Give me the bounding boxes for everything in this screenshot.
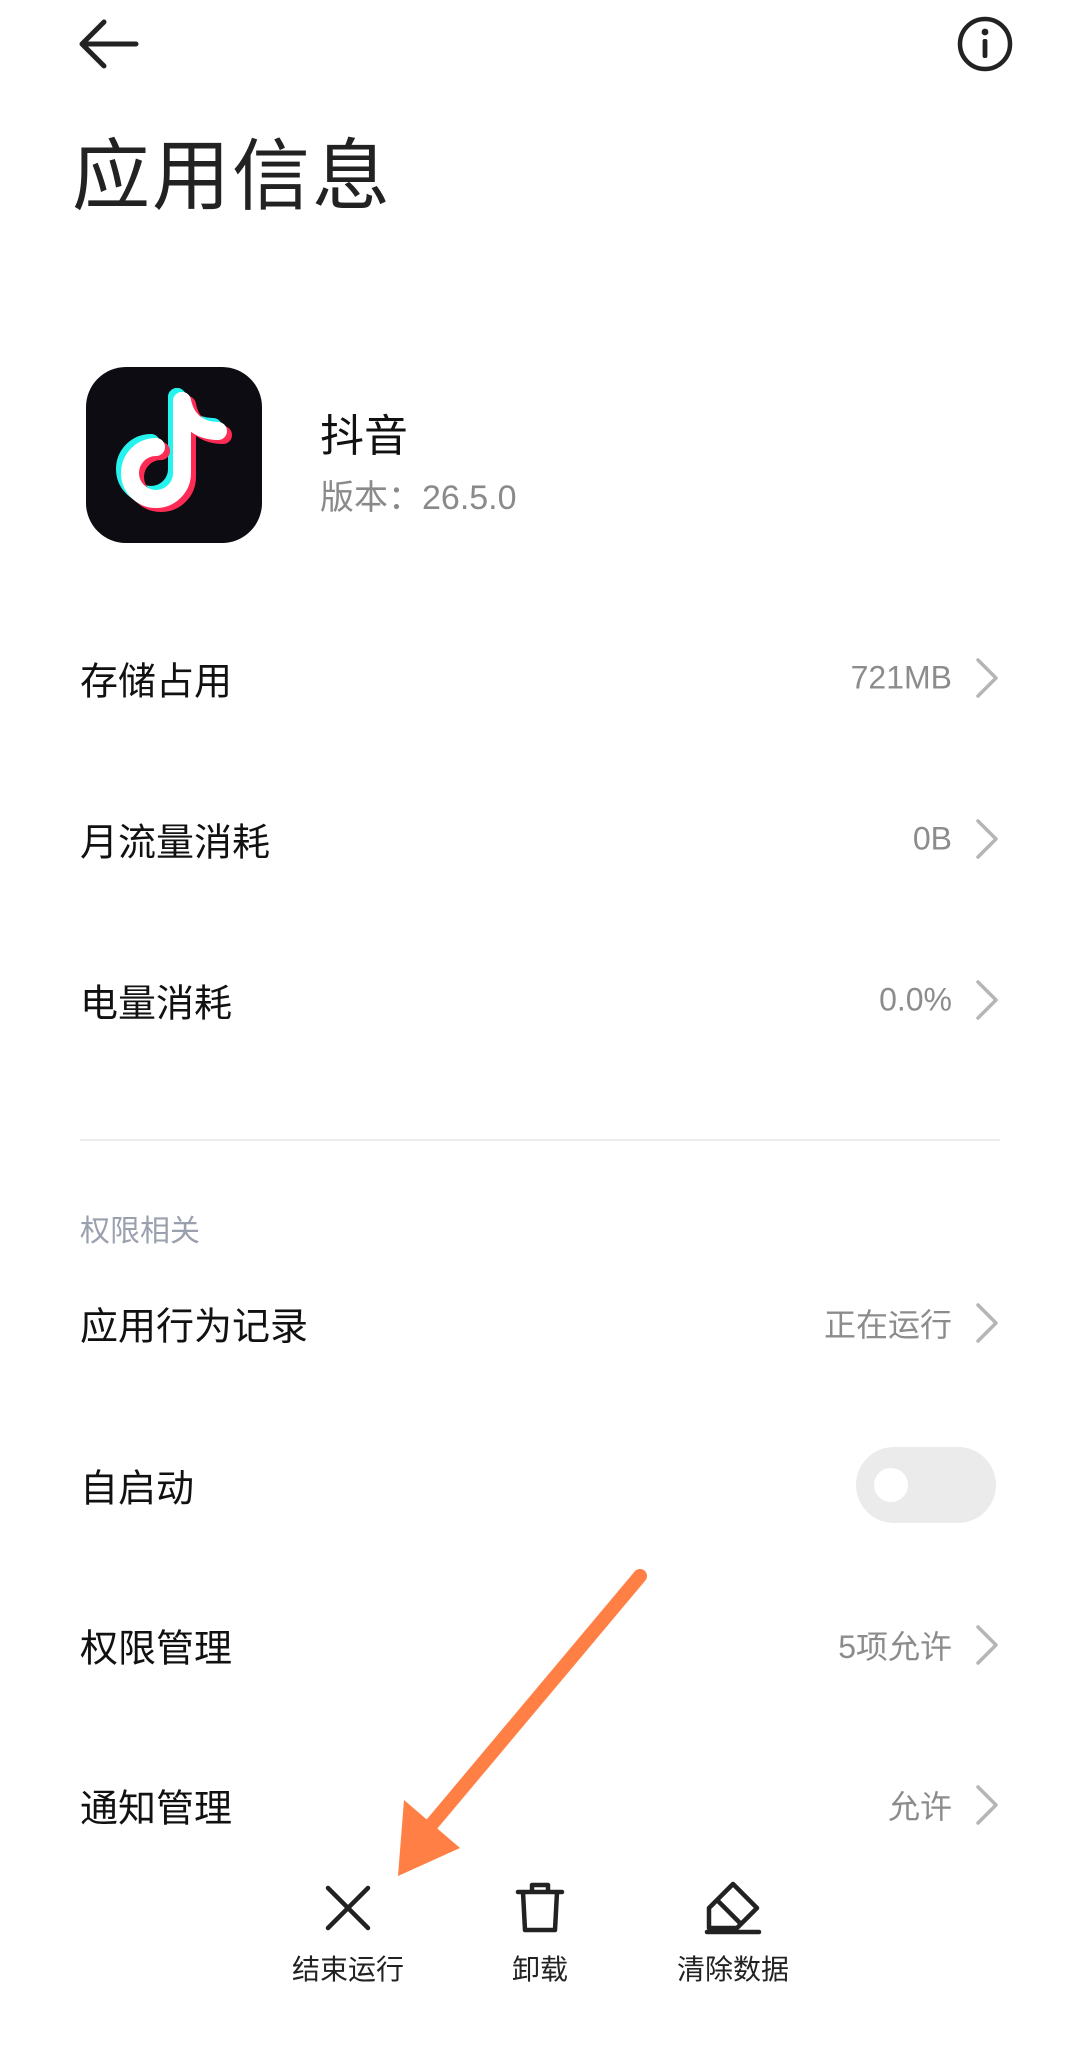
action-label: 结束运行: [291, 1953, 404, 1986]
toggle-knob: [874, 1468, 908, 1502]
row-label: 通知管理: [80, 1786, 233, 1831]
row-value: 5项允许: [838, 1629, 952, 1665]
info-button[interactable]: [955, 14, 1015, 74]
chevron-right-icon: [976, 1785, 998, 1825]
permission-management-row[interactable]: 权限管理 5项允许: [80, 1590, 1000, 1700]
chevron-right-icon: [976, 1625, 998, 1665]
close-icon: [325, 1885, 371, 1931]
chevron-right-icon: [976, 658, 998, 698]
data-usage-row[interactable]: 月流量消耗 0B: [80, 784, 1000, 894]
row-label: 权限管理: [80, 1626, 233, 1671]
app-info-page: 应用信息 抖音 版本：26.5.0 存储占用 721MB 月流量消耗 0B 电量…: [0, 0, 1080, 2050]
autostart-toggle[interactable]: [856, 1447, 996, 1523]
section-header-permissions: 权限相关: [80, 1214, 200, 1249]
chevron-right-icon: [976, 1303, 998, 1343]
row-value: 允许: [887, 1789, 952, 1825]
row-label: 月流量消耗: [80, 820, 271, 865]
section-divider: [80, 1139, 1000, 1141]
back-button[interactable]: [74, 14, 144, 74]
chevron-right-icon: [976, 819, 998, 859]
notification-management-row[interactable]: 通知管理 允许: [80, 1750, 1000, 1860]
douyin-logo-icon: [86, 367, 262, 543]
arrow-left-icon: [79, 19, 139, 69]
force-stop-button[interactable]: 结束运行: [248, 1880, 448, 2010]
page-title: 应用信息: [72, 132, 393, 222]
row-value: 721MB: [850, 659, 952, 696]
eraser-icon: [704, 1881, 762, 1935]
autostart-row: 自启动: [80, 1430, 1000, 1540]
row-value: 正在运行: [823, 1307, 952, 1343]
row-label: 自启动: [80, 1466, 195, 1511]
battery-usage-row[interactable]: 电量消耗 0.0%: [80, 945, 1000, 1055]
row-label: 存储占用: [80, 659, 233, 704]
storage-row[interactable]: 存储占用 721MB: [80, 623, 1000, 733]
clear-data-button[interactable]: 清除数据: [633, 1880, 833, 2010]
row-value: 0.0%: [879, 981, 952, 1018]
info-circle-icon: [957, 16, 1013, 72]
row-label: 应用行为记录: [80, 1304, 309, 1349]
app-name: 抖音: [320, 411, 408, 462]
chevron-right-icon: [976, 980, 998, 1020]
trash-icon: [515, 1882, 565, 1933]
action-label: 卸载: [511, 1953, 568, 1986]
uninstall-button[interactable]: 卸载: [440, 1880, 640, 2010]
top-bar: [0, 0, 1080, 90]
bottom-action-bar: 结束运行 卸载 清除数据: [0, 1880, 1080, 2050]
app-version: 版本：26.5.0: [320, 479, 517, 517]
row-label: 电量消耗: [80, 981, 233, 1026]
app-behavior-row[interactable]: 应用行为记录 正在运行: [80, 1268, 1000, 1378]
row-value: 0B: [912, 820, 952, 857]
action-label: 清除数据: [676, 1953, 789, 1986]
